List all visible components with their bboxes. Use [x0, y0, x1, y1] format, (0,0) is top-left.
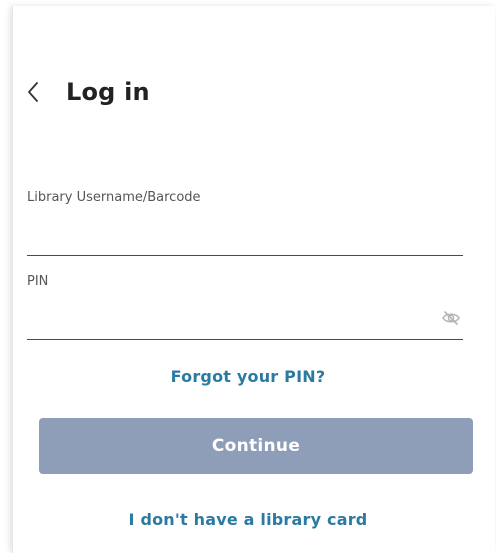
- pin-input[interactable]: [27, 311, 427, 339]
- pin-label: PIN: [27, 274, 49, 289]
- eye-off-icon: [442, 311, 460, 325]
- username-underline: [27, 255, 463, 256]
- page-title: Log in: [66, 78, 150, 106]
- login-header: Log in: [26, 74, 150, 110]
- continue-button[interactable]: Continue: [39, 418, 473, 474]
- username-field: Library Username/Barcode: [27, 190, 463, 256]
- back-button[interactable]: [26, 77, 50, 107]
- pin-visibility-toggle[interactable]: [441, 310, 461, 326]
- forgot-pin-link[interactable]: Forgot your PIN?: [0, 367, 496, 386]
- pin-underline: [27, 339, 463, 340]
- pin-field: PIN: [27, 274, 463, 340]
- username-label: Library Username/Barcode: [27, 190, 201, 205]
- no-library-card-link[interactable]: I don't have a library card: [0, 510, 496, 529]
- chevron-left-icon: [28, 82, 38, 102]
- username-input[interactable]: [27, 227, 463, 255]
